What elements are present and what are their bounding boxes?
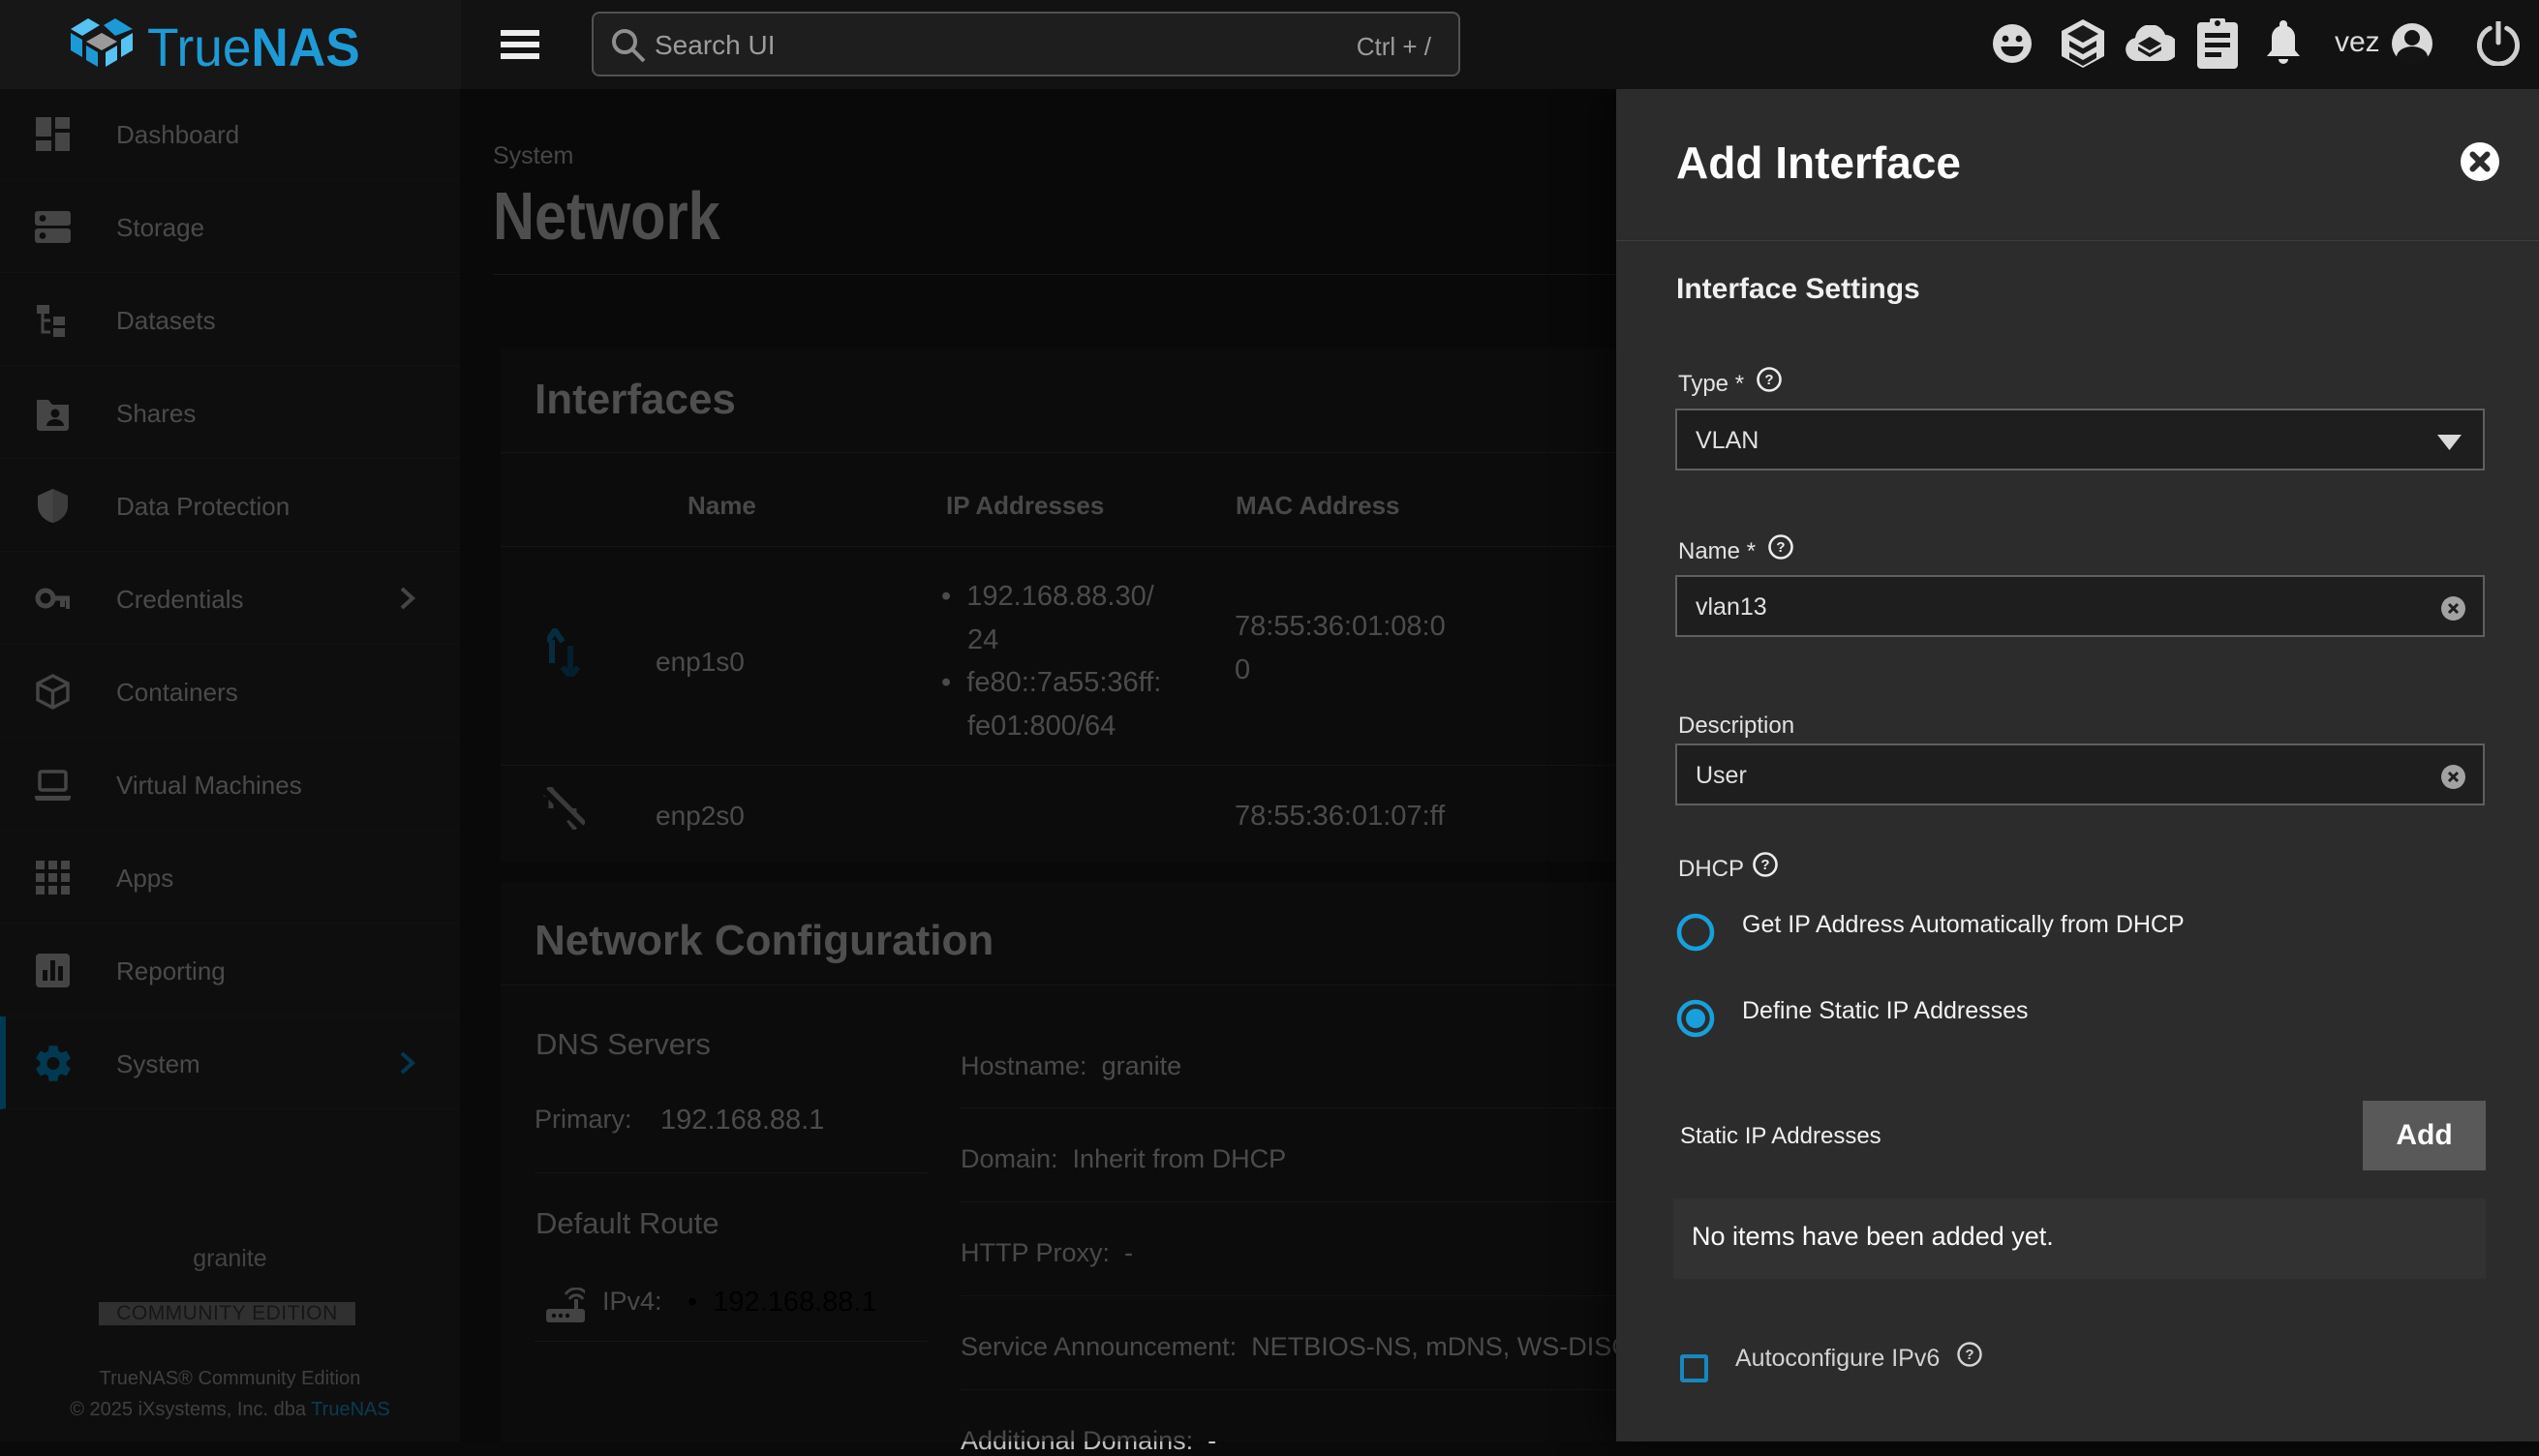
svg-text:?: ? [1776,539,1785,556]
svg-text:?: ? [1764,372,1773,388]
svg-text:?: ? [1760,857,1769,873]
svg-text:?: ? [1965,1347,1973,1363]
